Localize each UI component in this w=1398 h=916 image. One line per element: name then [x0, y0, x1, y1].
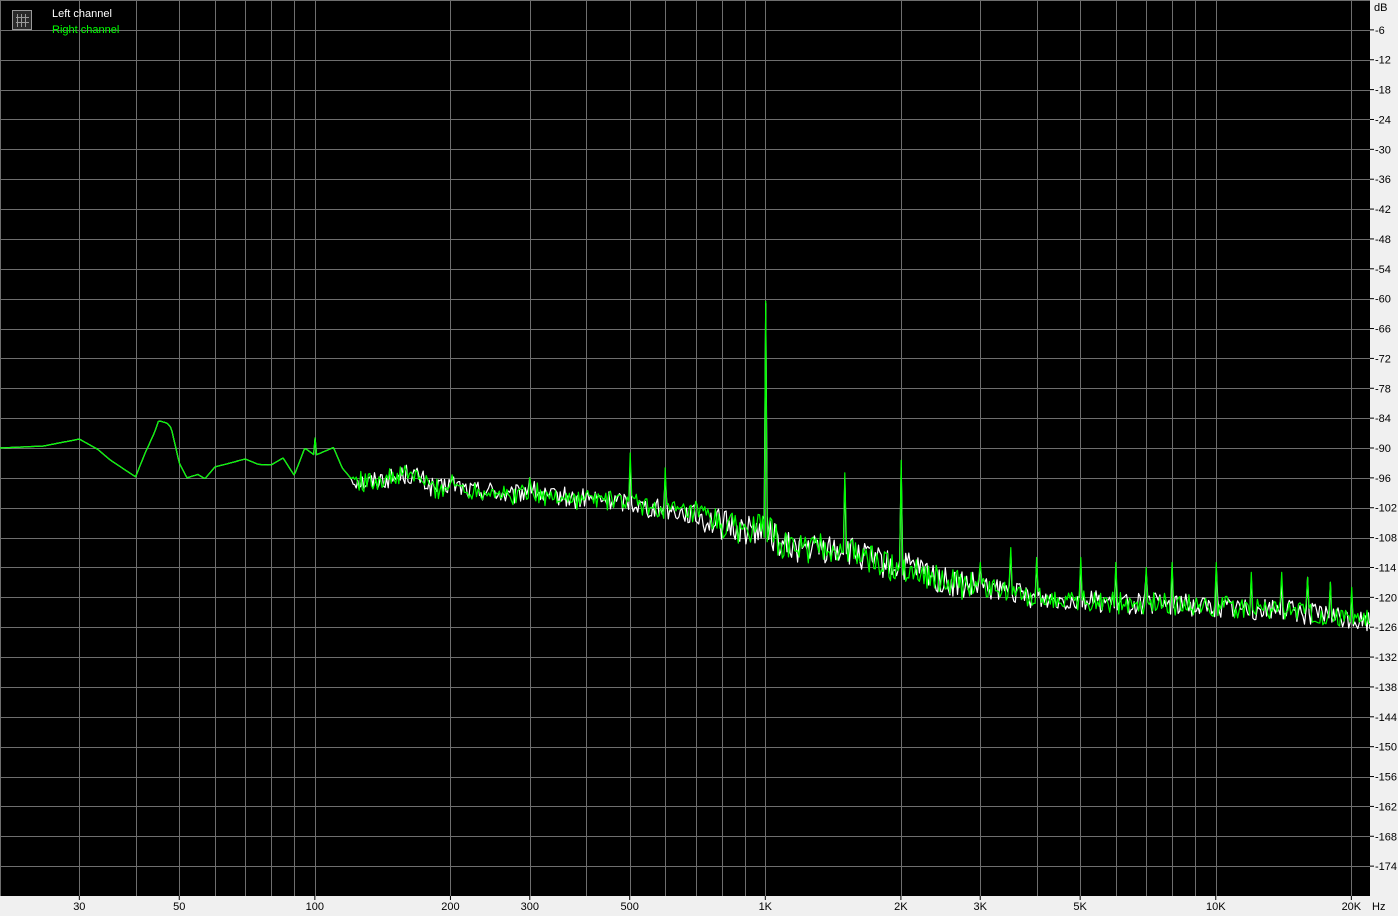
y-tick-label: -156 [1375, 772, 1397, 784]
x-tick-label: 100 [306, 901, 324, 913]
spectrum-plot: -6 -12 -18 -24 -30 -36 -42 -48 -54 -60 -66 -72 -78 -8… [0, 0, 1398, 916]
y-tick-label: -42 [1375, 204, 1391, 216]
x-tick-label: 2K [894, 901, 908, 913]
y-tick-label: -54 [1375, 264, 1391, 276]
x-tick-label: 300 [521, 901, 539, 913]
x-tick-label: 200 [441, 901, 459, 913]
y-tick-label: -18 [1375, 85, 1391, 97]
y-tick-label: -30 [1375, 144, 1391, 156]
y-tick-label: -66 [1375, 324, 1391, 336]
y-tick-label: -102 [1375, 503, 1397, 515]
x-tick-label: 20K [1342, 901, 1362, 913]
y-tick-label: -12 [1375, 55, 1391, 67]
y-tick-label: -96 [1375, 473, 1391, 485]
y-tick-label: -78 [1375, 383, 1391, 395]
y-tick-label: -150 [1375, 742, 1397, 754]
y-tick-label: -162 [1375, 801, 1397, 813]
y-tick-label: -120 [1375, 592, 1397, 604]
graph-icon[interactable] [12, 10, 32, 30]
x-tick-label: 5K [1073, 901, 1087, 913]
y-tick-label: -168 [1375, 831, 1397, 843]
y-tick-label: -36 [1375, 174, 1391, 186]
x-tick-label: 1K [759, 901, 773, 913]
y-axis-unit: dB [1374, 2, 1387, 14]
x-tick-label: 10K [1206, 901, 1226, 913]
y-tick-label: -90 [1375, 443, 1391, 455]
y-tick-label: -6 [1375, 25, 1385, 37]
y-tick-label: -48 [1375, 234, 1391, 246]
y-tick-label: -174 [1375, 861, 1397, 873]
x-tick-label: 500 [621, 901, 639, 913]
plot-background [0, 0, 1398, 916]
y-tick-label: -138 [1375, 682, 1397, 694]
y-tick-label: -72 [1375, 353, 1391, 365]
y-tick-label: -126 [1375, 622, 1397, 634]
y-tick-label: -24 [1375, 114, 1391, 126]
x-axis-panel [0, 896, 1398, 916]
x-tick-label: 3K [973, 901, 987, 913]
x-tick-label: 50 [173, 901, 185, 913]
legend-right-channel: Right channel [52, 24, 120, 36]
y-tick-label: -144 [1375, 712, 1397, 724]
legend-left-channel: Left channel [52, 8, 112, 20]
y-tick-label: -84 [1375, 413, 1391, 425]
y-tick-label: -132 [1375, 652, 1397, 664]
y-tick-label: -108 [1375, 533, 1397, 545]
y-tick-label: -60 [1375, 294, 1391, 306]
x-axis-unit: Hz [1372, 901, 1385, 913]
y-tick-label: -114 [1375, 562, 1396, 574]
x-tick-label: 30 [73, 901, 85, 913]
